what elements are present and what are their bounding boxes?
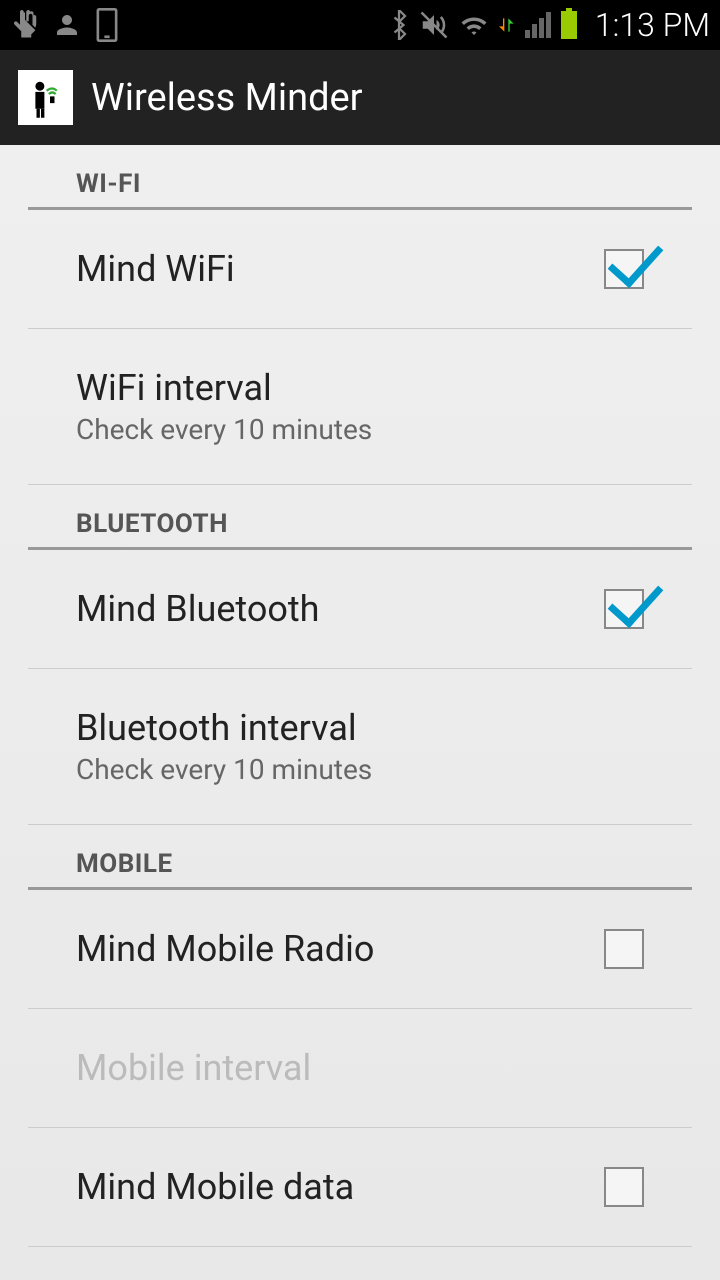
setting-title: Mind Bluetooth (76, 588, 604, 630)
setting-title: WiFi interval (76, 367, 644, 409)
setting-title: Bluetooth interval (76, 707, 644, 749)
status-right: 1:13 PM (389, 6, 710, 44)
setting-mind-mobile-radio[interactable]: Mind Mobile Radio (28, 890, 692, 1009)
setting-mind-mobile-data[interactable]: Mind Mobile data (28, 1128, 692, 1247)
person-notification-icon (52, 10, 82, 40)
setting-wifi-interval[interactable]: WiFi interval Check every 10 minutes (28, 329, 692, 485)
status-time: 1:13 PM (595, 6, 710, 44)
checkbox-mind-wifi[interactable] (604, 249, 644, 289)
checkbox-mind-mobile-radio[interactable] (604, 929, 644, 969)
setting-title: Mind Mobile data (76, 1166, 604, 1208)
setting-mind-bluetooth[interactable]: Mind Bluetooth (28, 550, 692, 669)
setting-text: Mind WiFi (76, 248, 604, 290)
app-title: Wireless Minder (91, 76, 363, 120)
setting-text: Mind Bluetooth (76, 588, 604, 630)
setting-subtitle: Check every 10 minutes (76, 753, 644, 786)
setting-text: Mobile interval (76, 1047, 644, 1089)
setting-title: Mind WiFi (76, 248, 604, 290)
setting-text: Mind Mobile Radio (76, 928, 604, 970)
setting-mind-wifi[interactable]: Mind WiFi (28, 210, 692, 329)
wifi-icon (459, 12, 489, 38)
app-icon (18, 70, 73, 125)
setting-text: WiFi interval Check every 10 minutes (76, 367, 644, 446)
section-header-mobile: MOBILE (28, 825, 692, 890)
cellular-signal-icon (525, 12, 551, 38)
device-icon (94, 8, 120, 42)
setting-title: Mind Mobile Radio (76, 928, 604, 970)
setting-subtitle: Check every 10 minutes (76, 413, 644, 446)
setting-text: Mind Mobile data (76, 1166, 604, 1208)
setting-bluetooth-interval[interactable]: Bluetooth interval Check every 10 minute… (28, 669, 692, 825)
status-bar: 1:13 PM (0, 0, 720, 50)
section-header-wifi: WI-FI (28, 145, 692, 210)
checkbox-mind-bluetooth[interactable] (604, 589, 644, 629)
mute-icon (419, 10, 449, 40)
settings-content: WI-FI Mind WiFi WiFi interval Check ever… (0, 145, 720, 1247)
app-bar: Wireless Minder (0, 50, 720, 145)
checkbox-mind-mobile-data[interactable] (604, 1167, 644, 1207)
status-left (10, 8, 120, 42)
setting-text: Bluetooth interval Check every 10 minute… (76, 707, 644, 786)
bluetooth-icon (389, 10, 409, 40)
data-sync-icon (499, 17, 515, 33)
setting-title: Mobile interval (76, 1047, 644, 1089)
section-header-bluetooth: BLUETOOTH (28, 485, 692, 550)
setting-mobile-interval: Mobile interval (28, 1009, 692, 1128)
hand-icon (10, 10, 40, 40)
battery-icon (561, 11, 577, 39)
